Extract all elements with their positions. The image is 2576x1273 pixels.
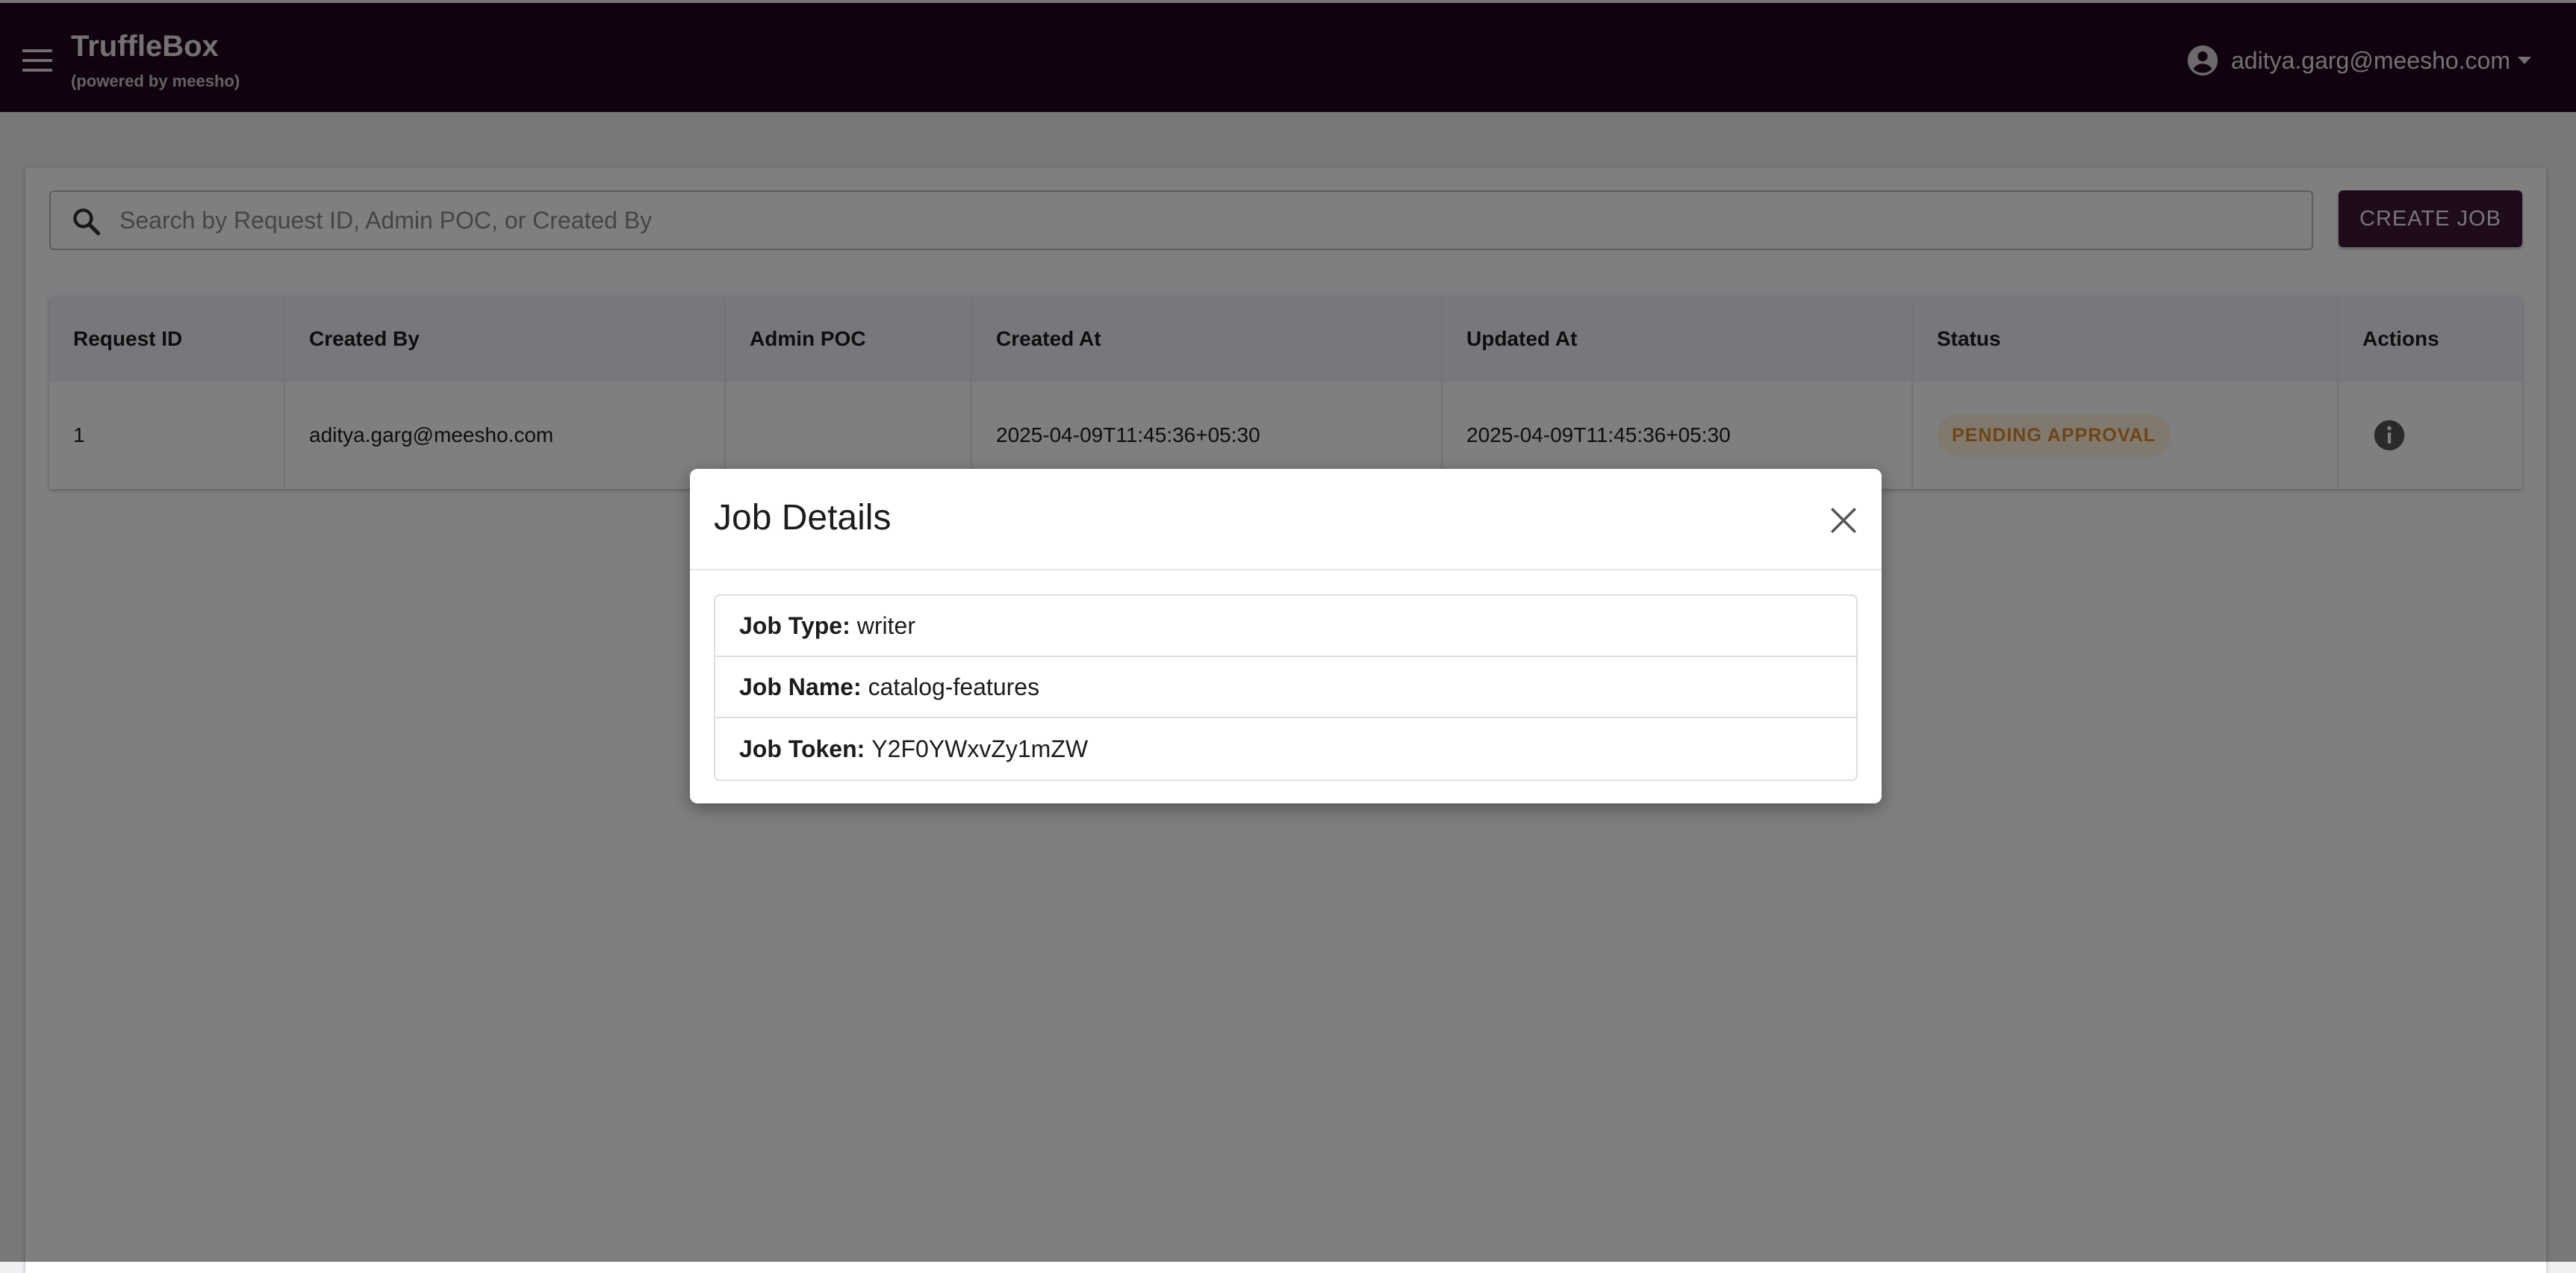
detail-job-name: Job Name: catalog-features bbox=[715, 657, 1856, 718]
detail-label: Job Name: bbox=[739, 673, 862, 700]
detail-label: Job Token: bbox=[739, 735, 865, 762]
close-icon[interactable] bbox=[1828, 505, 1859, 536]
detail-value: writer bbox=[856, 611, 915, 639]
detail-job-type: Job Type: writer bbox=[715, 596, 1856, 657]
detail-job-token: Job Token: Y2F0YWxvZy1mZW bbox=[715, 718, 1856, 779]
dialog-header: Job Details bbox=[690, 469, 1882, 570]
job-details-list: Job Type: writer Job Name: catalog-featu… bbox=[714, 594, 1858, 781]
dialog-title: Job Details bbox=[714, 498, 892, 538]
detail-value: Y2F0YWxvZy1mZW bbox=[871, 735, 1089, 762]
job-details-dialog: Job Details Job Type: writer Job Name: c… bbox=[690, 469, 1882, 803]
detail-label: Job Type: bbox=[739, 611, 850, 639]
detail-value: catalog-features bbox=[868, 673, 1040, 700]
